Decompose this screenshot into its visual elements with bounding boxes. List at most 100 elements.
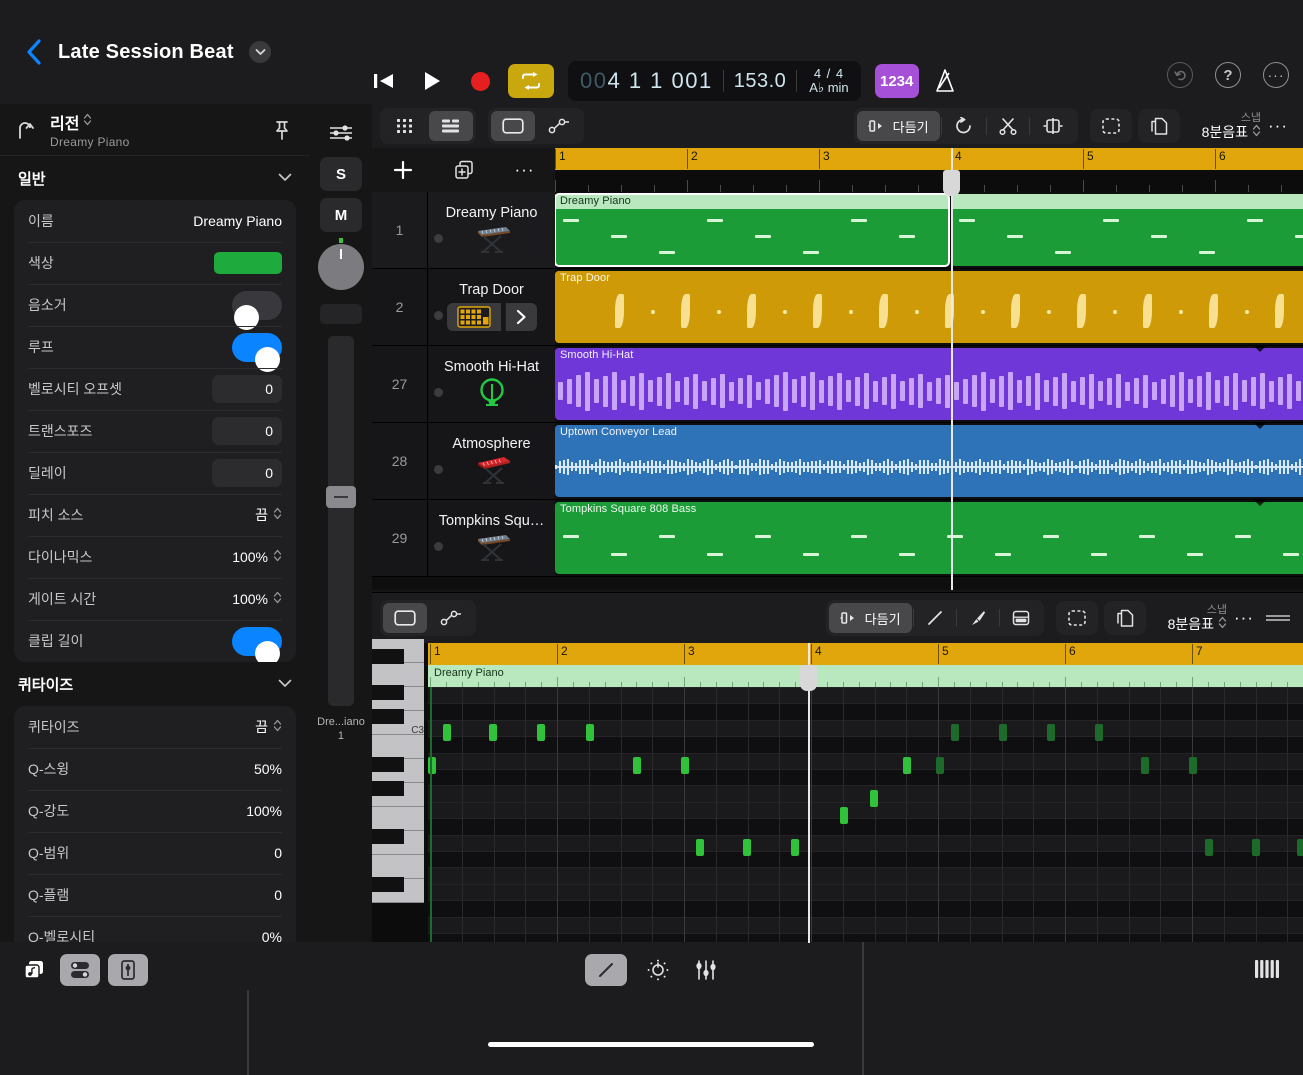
library-icon[interactable]: [18, 955, 52, 985]
track-header[interactable]: 2Trap Door: [372, 269, 555, 346]
plugin-icon[interactable]: [108, 954, 148, 986]
inspector-row[interactable]: Q-벨로시티0%: [14, 916, 296, 942]
piano-key-black[interactable]: [372, 829, 404, 844]
inspector-row[interactable]: 다이나믹스100%: [14, 536, 296, 578]
midi-note[interactable]: [489, 724, 497, 741]
inspector-row[interactable]: 음소거: [14, 284, 296, 326]
note-lane[interactable]: [428, 687, 1303, 703]
brush-icon[interactable]: [958, 603, 998, 633]
automation-tool-icon[interactable]: [537, 111, 581, 141]
note-lane[interactable]: [428, 818, 1303, 834]
mixer-icon[interactable]: [689, 955, 723, 985]
inspector-row[interactable]: 클립 길이: [14, 620, 296, 662]
volume-fader[interactable]: [328, 336, 354, 706]
stepper-control[interactable]: 끔: [255, 505, 282, 525]
send-slot[interactable]: [320, 304, 362, 324]
region-tool-icon[interactable]: [491, 111, 535, 141]
duplicate-track-icon[interactable]: [444, 153, 484, 187]
snap-control[interactable]: 스냅 8분음표: [1168, 604, 1227, 633]
piano-key-black[interactable]: [372, 757, 404, 772]
midi-note[interactable]: [633, 757, 641, 774]
marquee-select-icon[interactable]: [1056, 601, 1098, 635]
toggle-switch[interactable]: [232, 291, 282, 320]
midi-note[interactable]: [1297, 839, 1303, 856]
midi-note[interactable]: [870, 790, 878, 807]
region[interactable]: Dreamy Piano: [555, 194, 949, 266]
grid-view-icon[interactable]: [383, 111, 427, 141]
metronome-icon[interactable]: [923, 61, 967, 101]
trim-button[interactable]: 다듬기: [857, 111, 940, 141]
note-lane[interactable]: [428, 851, 1303, 867]
drum-pad-icon[interactable]: [447, 303, 501, 331]
help-icon[interactable]: ?: [1215, 62, 1241, 88]
chevron-right-icon[interactable]: [505, 303, 537, 331]
midi-note[interactable]: [1047, 724, 1055, 741]
duplicate-icon[interactable]: [1104, 601, 1146, 635]
region[interactable]: Trap Door: [555, 271, 1303, 343]
resize-handle-icon[interactable]: [1261, 601, 1295, 635]
editor-region-bar[interactable]: Dreamy Piano: [428, 665, 1303, 687]
note-lane[interactable]: [428, 703, 1303, 719]
inspector-section-header[interactable]: 일반: [0, 156, 310, 200]
piano-key-white[interactable]: [372, 735, 424, 759]
track-lane[interactable]: Dreamy Piano: [555, 192, 1303, 269]
chevron-down-icon[interactable]: [278, 169, 292, 187]
track-header[interactable]: 1Dreamy Piano: [372, 192, 555, 269]
note-lane[interactable]: [428, 802, 1303, 818]
piano-key-white[interactable]: [372, 855, 424, 879]
piano-key-black[interactable]: [372, 685, 404, 700]
midi-note[interactable]: [1095, 724, 1103, 741]
inspector-row[interactable]: 피치 소스끔: [14, 494, 296, 536]
stepper-control[interactable]: 100%: [232, 549, 282, 565]
chevron-down-icon[interactable]: [249, 41, 271, 63]
record-icon[interactable]: [456, 59, 504, 103]
piano-key-black[interactable]: [372, 781, 404, 796]
midi-note[interactable]: [1252, 839, 1260, 856]
cycle-loop-icon[interactable]: [508, 64, 554, 98]
midi-note[interactable]: [791, 839, 799, 856]
pan-knob[interactable]: [318, 244, 364, 290]
midi-note[interactable]: [840, 807, 848, 824]
track-lane[interactable]: Uptown Conveyor Lead: [555, 423, 1303, 500]
inspector-row[interactable]: Q-강도100%: [14, 790, 296, 832]
editor-playhead-handle[interactable]: [800, 665, 817, 691]
piano-key-black[interactable]: [372, 649, 404, 664]
piano-keyboard[interactable]: C3: [372, 643, 428, 943]
inspector-row[interactable]: 트랜스포즈0: [14, 410, 296, 452]
stepper-icon[interactable]: [273, 507, 282, 523]
note-lane[interactable]: [428, 720, 1303, 736]
inspector-row[interactable]: Q-스윙50%: [14, 748, 296, 790]
more-icon[interactable]: ···: [1263, 62, 1289, 88]
stepper-icon[interactable]: [1252, 124, 1261, 140]
stepper-icon[interactable]: [273, 549, 282, 565]
split-icon[interactable]: [1031, 111, 1075, 141]
inspector-title-row[interactable]: 리전: [50, 110, 270, 134]
track-lane[interactable]: Tompkins Square 808 Bass: [555, 500, 1303, 577]
piano-key-black[interactable]: [372, 709, 404, 724]
note-lane[interactable]: [428, 867, 1303, 883]
track-lane[interactable]: Trap Door: [555, 269, 1303, 346]
region[interactable]: Smooth Hi-Hat: [555, 348, 1303, 420]
automation-tool-icon[interactable]: [429, 603, 473, 633]
stepper-control[interactable]: 끔: [255, 717, 282, 737]
inspector-row[interactable]: 딜레이0: [14, 452, 296, 494]
note-lane[interactable]: [428, 736, 1303, 752]
note-grid[interactable]: [428, 687, 1303, 943]
midi-note[interactable]: [1141, 757, 1149, 774]
inspector-row[interactable]: Q-범위0: [14, 832, 296, 874]
stepper-icon[interactable]: [1218, 616, 1227, 632]
inspector-row[interactable]: Q-플램0: [14, 874, 296, 916]
track-header[interactable]: 27Smooth Hi-Hat: [372, 346, 555, 423]
toggle-switch[interactable]: [232, 333, 282, 362]
controls-icon[interactable]: [60, 954, 100, 986]
back-button[interactable]: [14, 38, 54, 66]
midi-note[interactable]: [903, 757, 911, 774]
undo-icon[interactable]: [1167, 62, 1193, 88]
note-lane[interactable]: [428, 753, 1303, 769]
scissors-icon[interactable]: [988, 111, 1028, 141]
track-header[interactable]: 28Atmosphere: [372, 423, 555, 500]
record-enable-icon[interactable]: [434, 465, 443, 474]
velocity-icon[interactable]: [1001, 603, 1041, 633]
midi-note[interactable]: [936, 757, 944, 774]
record-enable-icon[interactable]: [434, 542, 443, 551]
